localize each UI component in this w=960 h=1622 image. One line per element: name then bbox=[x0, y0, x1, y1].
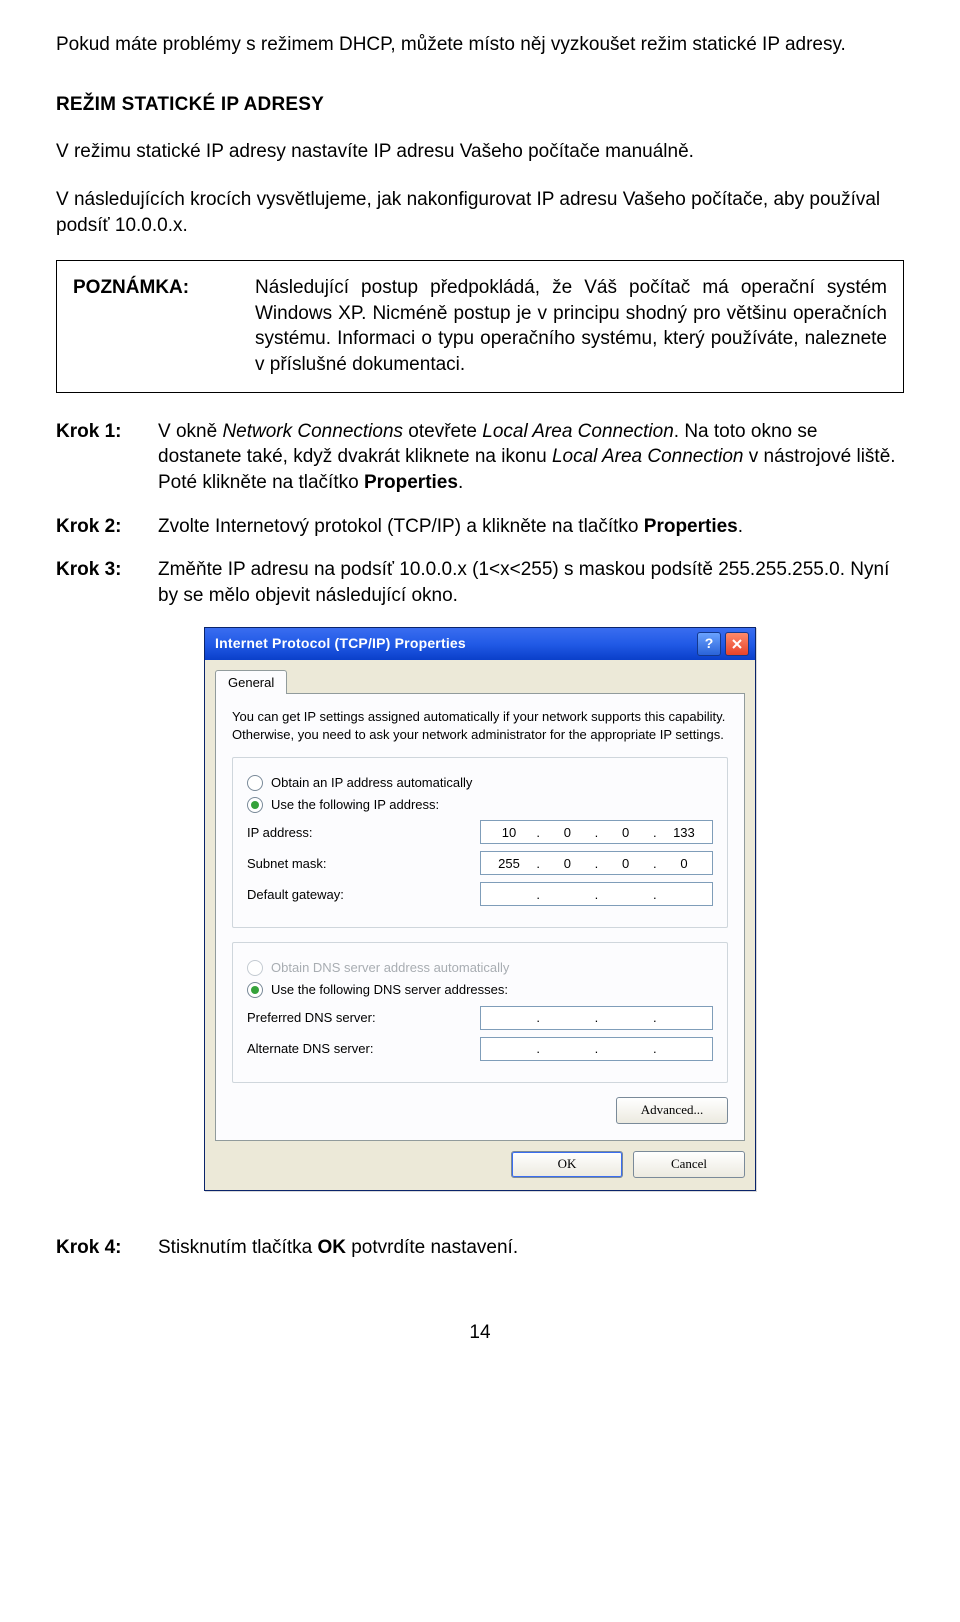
ok-button[interactable]: OK bbox=[511, 1151, 623, 1178]
label-alternate-dns: Alternate DNS server: bbox=[247, 1040, 480, 1058]
label-use-following-dns: Use the following DNS server addresses: bbox=[271, 981, 508, 999]
advanced-button[interactable]: Advanced... bbox=[616, 1097, 728, 1124]
window-title: Internet Protocol (TCP/IP) Properties bbox=[211, 634, 693, 653]
ip-address-field[interactable]: 10. 0. 0. 133 bbox=[480, 820, 713, 844]
step-2: Krok 2: Zvolte Internetový protokol (TCP… bbox=[56, 514, 904, 540]
titlebar: Internet Protocol (TCP/IP) Properties ? bbox=[205, 628, 755, 660]
label-use-following-ip: Use the following IP address: bbox=[271, 796, 439, 814]
note-box: POZNÁMKA: Následující postup předpokládá… bbox=[56, 260, 904, 393]
close-icon bbox=[732, 639, 742, 649]
label-obtain-ip-auto: Obtain an IP address automatically bbox=[271, 774, 472, 792]
label-ip-address: IP address: bbox=[247, 824, 480, 842]
step-3-label: Krok 3: bbox=[56, 557, 158, 608]
step-1: Krok 1: V okně Network Connections otevř… bbox=[56, 419, 904, 496]
radio-obtain-dns-auto bbox=[247, 960, 263, 976]
preferred-dns-field[interactable]: . . . bbox=[480, 1006, 713, 1030]
help-button[interactable]: ? bbox=[697, 632, 721, 656]
dns-settings-group: Obtain DNS server address automatically … bbox=[232, 942, 728, 1082]
paragraph-dhcp-issue: Pokud máte problémy s režimem DHCP, může… bbox=[56, 32, 904, 58]
paragraph-static-intro: V režimu statické IP adresy nastavíte IP… bbox=[56, 139, 904, 165]
label-obtain-dns-auto: Obtain DNS server address automatically bbox=[271, 959, 509, 977]
alternate-dns-field[interactable]: . . . bbox=[480, 1037, 713, 1061]
step-4-text: Stisknutím tlačítka OK potvrdíte nastave… bbox=[158, 1235, 904, 1261]
step-1-label: Krok 1: bbox=[56, 419, 158, 496]
step-3-text: Změňte IP adresu na podsíť 10.0.0.x (1<x… bbox=[158, 557, 904, 608]
cancel-button[interactable]: Cancel bbox=[633, 1151, 745, 1178]
radio-use-following-ip[interactable] bbox=[247, 797, 263, 813]
tcpip-properties-dialog: Internet Protocol (TCP/IP) Properties ? … bbox=[204, 627, 756, 1191]
step-3: Krok 3: Změňte IP adresu na podsíť 10.0.… bbox=[56, 557, 904, 608]
step-1-text: V okně Network Connections otevřete Loca… bbox=[158, 419, 904, 496]
page-number: 14 bbox=[56, 1320, 904, 1346]
radio-obtain-ip-auto[interactable] bbox=[247, 775, 263, 791]
step-4: Krok 4: Stisknutím tlačítka OK potvrdíte… bbox=[56, 1235, 904, 1261]
step-2-label: Krok 2: bbox=[56, 514, 158, 540]
subnet-mask-field[interactable]: 255. 0. 0. 0 bbox=[480, 851, 713, 875]
tab-general[interactable]: General bbox=[215, 670, 287, 695]
step-4-label: Krok 4: bbox=[56, 1235, 158, 1261]
heading-static-ip: REŽIM STATICKÉ IP ADRESY bbox=[56, 92, 904, 118]
label-default-gateway: Default gateway: bbox=[247, 886, 480, 904]
radio-use-following-dns[interactable] bbox=[247, 982, 263, 998]
note-text: Následující postup předpokládá, že Váš p… bbox=[239, 261, 904, 393]
note-label: POZNÁMKA: bbox=[57, 261, 240, 393]
step-2-text: Zvolte Internetový protokol (TCP/IP) a k… bbox=[158, 514, 904, 540]
close-button[interactable] bbox=[725, 632, 749, 656]
default-gateway-field[interactable]: . . . bbox=[480, 882, 713, 906]
label-preferred-dns: Preferred DNS server: bbox=[247, 1009, 480, 1027]
label-subnet-mask: Subnet mask: bbox=[247, 855, 480, 873]
dialog-intro-text: You can get IP settings assigned automat… bbox=[232, 708, 728, 743]
ip-settings-group: Obtain an IP address automatically Use t… bbox=[232, 757, 728, 928]
paragraph-subnet: V následujících krocích vysvětlujeme, ja… bbox=[56, 187, 904, 238]
